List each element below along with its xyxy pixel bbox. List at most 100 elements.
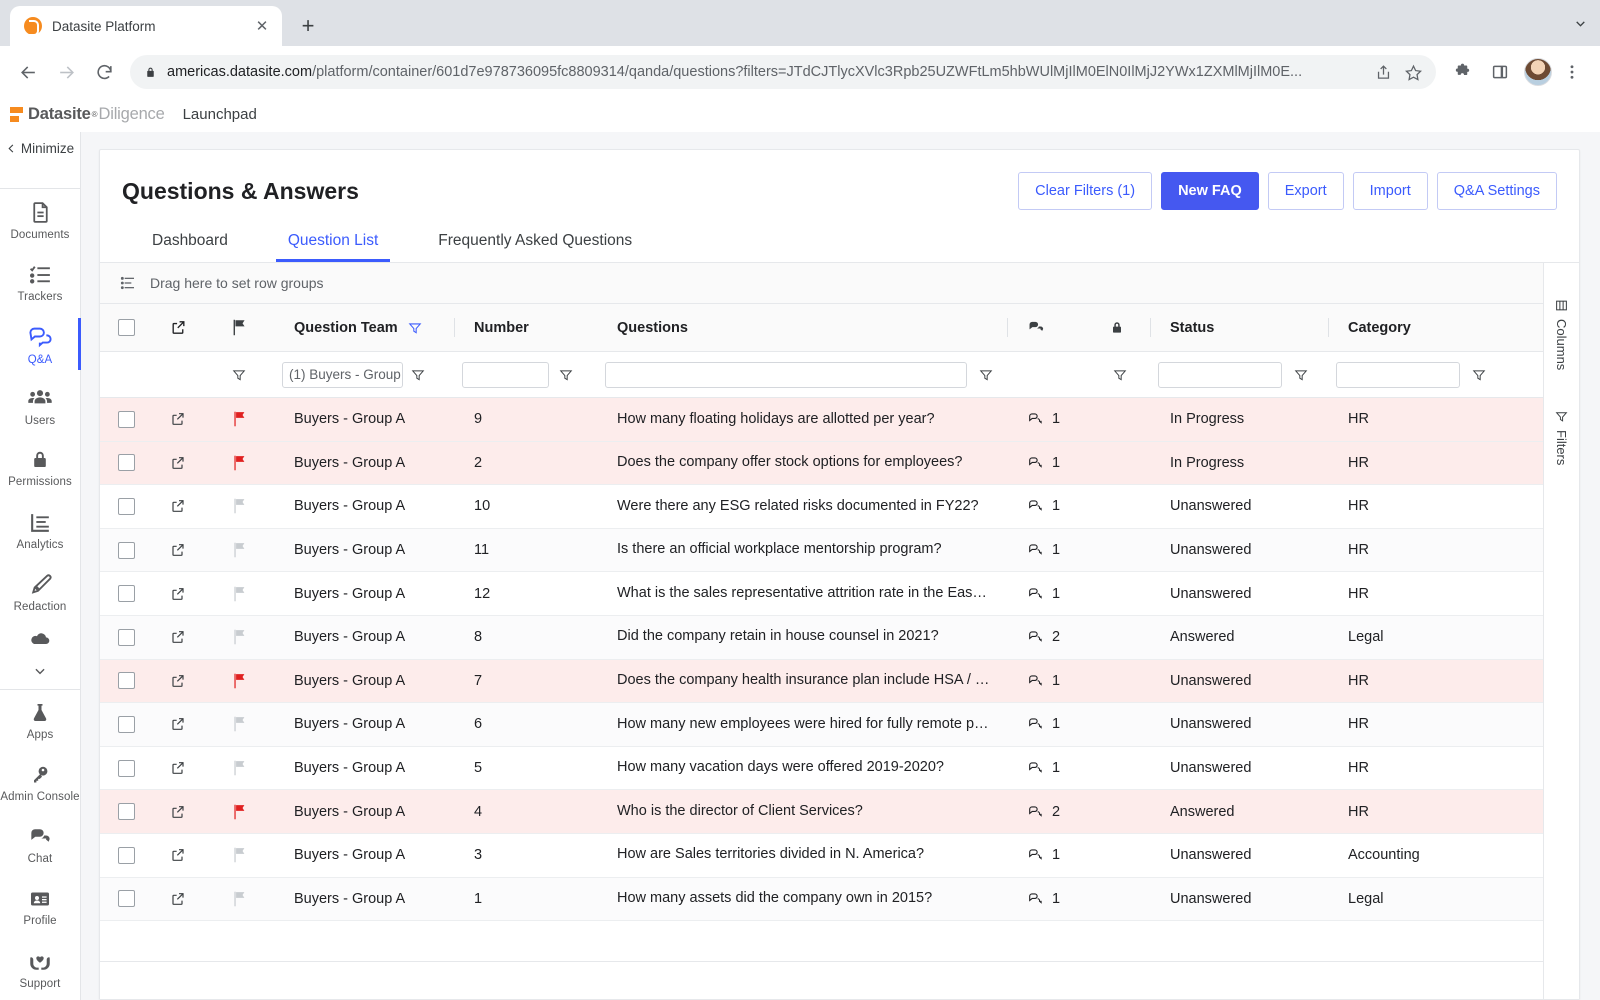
table-row[interactable]: Buyers - Group A 8 Did the company retain …	[100, 615, 1543, 660]
header-questions[interactable]: Questions	[597, 304, 1007, 351]
filters-tool-panel-button[interactable]: Filters	[1554, 410, 1569, 466]
browser-tab[interactable]: Datasite Platform ✕	[10, 6, 282, 46]
filter-funnel-icon[interactable]	[411, 368, 425, 382]
open-in-new-icon[interactable]	[152, 485, 204, 528]
row-checkbox[interactable]	[117, 715, 135, 733]
cell-comments[interactable]: 1	[1007, 834, 1083, 877]
table-row[interactable]: Buyers - Group A 3 How are Sales territori…	[100, 834, 1543, 878]
flag-icon[interactable]	[204, 747, 274, 790]
flag-icon[interactable]	[204, 790, 274, 833]
filter-funnel-icon[interactable]	[1472, 368, 1486, 382]
row-checkbox[interactable]	[117, 759, 135, 777]
table-row[interactable]: Buyers - Group A 9 How many floating holid…	[100, 398, 1543, 442]
row-checkbox[interactable]	[117, 890, 135, 908]
row-checkbox-cell[interactable]	[100, 616, 152, 659]
cell-comments[interactable]: 2	[1007, 790, 1083, 833]
chevron-down-icon[interactable]	[1560, 0, 1600, 46]
cell-comments[interactable]: 2	[1007, 616, 1083, 659]
flag-icon[interactable]	[204, 572, 274, 615]
header-question-team[interactable]: Question Team	[274, 304, 454, 351]
row-checkbox[interactable]	[117, 585, 135, 603]
row-checkbox-cell[interactable]	[100, 790, 152, 833]
row-checkbox[interactable]	[117, 628, 135, 646]
cell-comments[interactable]: 1	[1007, 660, 1083, 703]
table-row[interactable]: Buyers - Group A 12 What is the sales repr…	[100, 572, 1543, 616]
sidebar-item-permissions[interactable]: Permissions	[0, 437, 80, 499]
flag-icon[interactable]	[204, 398, 274, 441]
sidebar-item-redaction[interactable]: Redaction	[0, 561, 80, 623]
tab-frequently-asked-questions[interactable]: Frequently Asked Questions	[408, 232, 662, 262]
row-checkbox[interactable]	[117, 497, 135, 515]
sidebar-item-cloud[interactable]	[0, 623, 80, 657]
row-checkbox-cell[interactable]	[100, 442, 152, 485]
open-in-new-icon[interactable]	[152, 790, 204, 833]
minimize-button[interactable]: Minimize	[0, 132, 80, 165]
share-icon[interactable]	[1368, 57, 1398, 87]
row-checkbox-cell[interactable]	[100, 485, 152, 528]
flag-icon[interactable]	[204, 703, 274, 746]
flag-icon[interactable]	[204, 529, 274, 572]
cell-comments[interactable]: 1	[1007, 747, 1083, 790]
table-row[interactable]: Buyers - Group A 6 How many new employees …	[100, 703, 1543, 747]
header-category[interactable]: Category	[1328, 304, 1498, 351]
columns-tool-panel-button[interactable]: Columns	[1554, 299, 1569, 370]
table-row[interactable]: Buyers - Group A 2 Does the company offer …	[100, 441, 1543, 486]
cell-comments[interactable]: 1	[1007, 572, 1083, 615]
side-panel-icon[interactable]	[1482, 54, 1518, 90]
new-faq-button[interactable]: New FAQ	[1161, 172, 1259, 210]
open-in-new-icon[interactable]	[152, 529, 204, 572]
flag-icon[interactable]	[204, 442, 274, 485]
header-number[interactable]: Number	[454, 304, 597, 351]
sidebar-item-documents[interactable]: Documents	[0, 189, 80, 251]
cell-comments[interactable]: 1	[1007, 703, 1083, 746]
sidebar-item-profile[interactable]: Profile	[0, 876, 80, 938]
row-checkbox-cell[interactable]	[100, 660, 152, 703]
filter-funnel-icon[interactable]	[1113, 368, 1127, 382]
row-group-panel[interactable]: Drag here to set row groups	[100, 263, 1543, 304]
header-status[interactable]: Status	[1150, 304, 1328, 351]
tab-dashboard[interactable]: Dashboard	[122, 232, 258, 262]
row-checkbox-cell[interactable]	[100, 572, 152, 615]
sidebar-item-support[interactable]: Support	[0, 938, 80, 1000]
header-select-all[interactable]	[100, 304, 152, 351]
clear-filters-button[interactable]: Clear Filters (1)	[1018, 172, 1153, 210]
questions-filter-input[interactable]	[605, 361, 967, 388]
back-arrow-icon[interactable]	[10, 54, 46, 90]
select-all-checkbox[interactable]	[117, 319, 135, 336]
sidebar-item-analytics[interactable]: Analytics	[0, 499, 80, 561]
cell-comments[interactable]: 1	[1007, 398, 1083, 441]
sidebar-expand-button[interactable]	[0, 657, 80, 685]
category-filter-input[interactable]	[1336, 361, 1460, 388]
new-tab-button[interactable]: +	[292, 10, 324, 42]
open-in-new-icon[interactable]	[152, 398, 204, 441]
number-filter-input[interactable]	[462, 361, 549, 388]
filter-funnel-icon[interactable]	[408, 321, 422, 335]
table-row[interactable]: Buyers - Group A 10 Were there any ESG rel…	[100, 485, 1543, 529]
table-row[interactable]: Buyers - Group A 11 Is there an official w…	[100, 528, 1543, 573]
team-filter-input[interactable]: (1) Buyers - Group A	[282, 361, 403, 388]
close-icon[interactable]: ✕	[252, 16, 272, 36]
flag-icon[interactable]	[204, 834, 274, 877]
row-checkbox[interactable]	[117, 454, 135, 472]
status-filter-input[interactable]	[1158, 361, 1282, 388]
filter-funnel-icon[interactable]	[979, 368, 993, 382]
profile-avatar[interactable]	[1524, 58, 1552, 86]
row-checkbox[interactable]	[117, 672, 135, 690]
row-checkbox-cell[interactable]	[100, 747, 152, 790]
tab-question-list[interactable]: Question List	[258, 232, 408, 262]
filter-funnel-icon[interactable]	[1294, 368, 1308, 382]
table-row[interactable]: Buyers - Group A 5 How many vacation days …	[100, 747, 1543, 791]
row-checkbox[interactable]	[117, 803, 135, 821]
launchpad-link[interactable]: Launchpad	[183, 106, 257, 123]
flag-icon[interactable]	[204, 485, 274, 528]
row-checkbox[interactable]	[117, 846, 135, 864]
sidebar-item-users[interactable]: Users	[0, 375, 80, 437]
open-in-new-icon[interactable]	[152, 747, 204, 790]
filter-funnel-icon[interactable]	[559, 368, 573, 382]
flag-icon[interactable]	[204, 660, 274, 703]
flag-icon[interactable]	[204, 616, 274, 659]
row-checkbox-cell[interactable]	[100, 834, 152, 877]
row-checkbox-cell[interactable]	[100, 878, 152, 921]
datasite-brand[interactable]: Datasite ® Diligence	[10, 105, 165, 124]
table-row[interactable]: Buyers - Group A 7 Does the company health…	[100, 659, 1543, 704]
